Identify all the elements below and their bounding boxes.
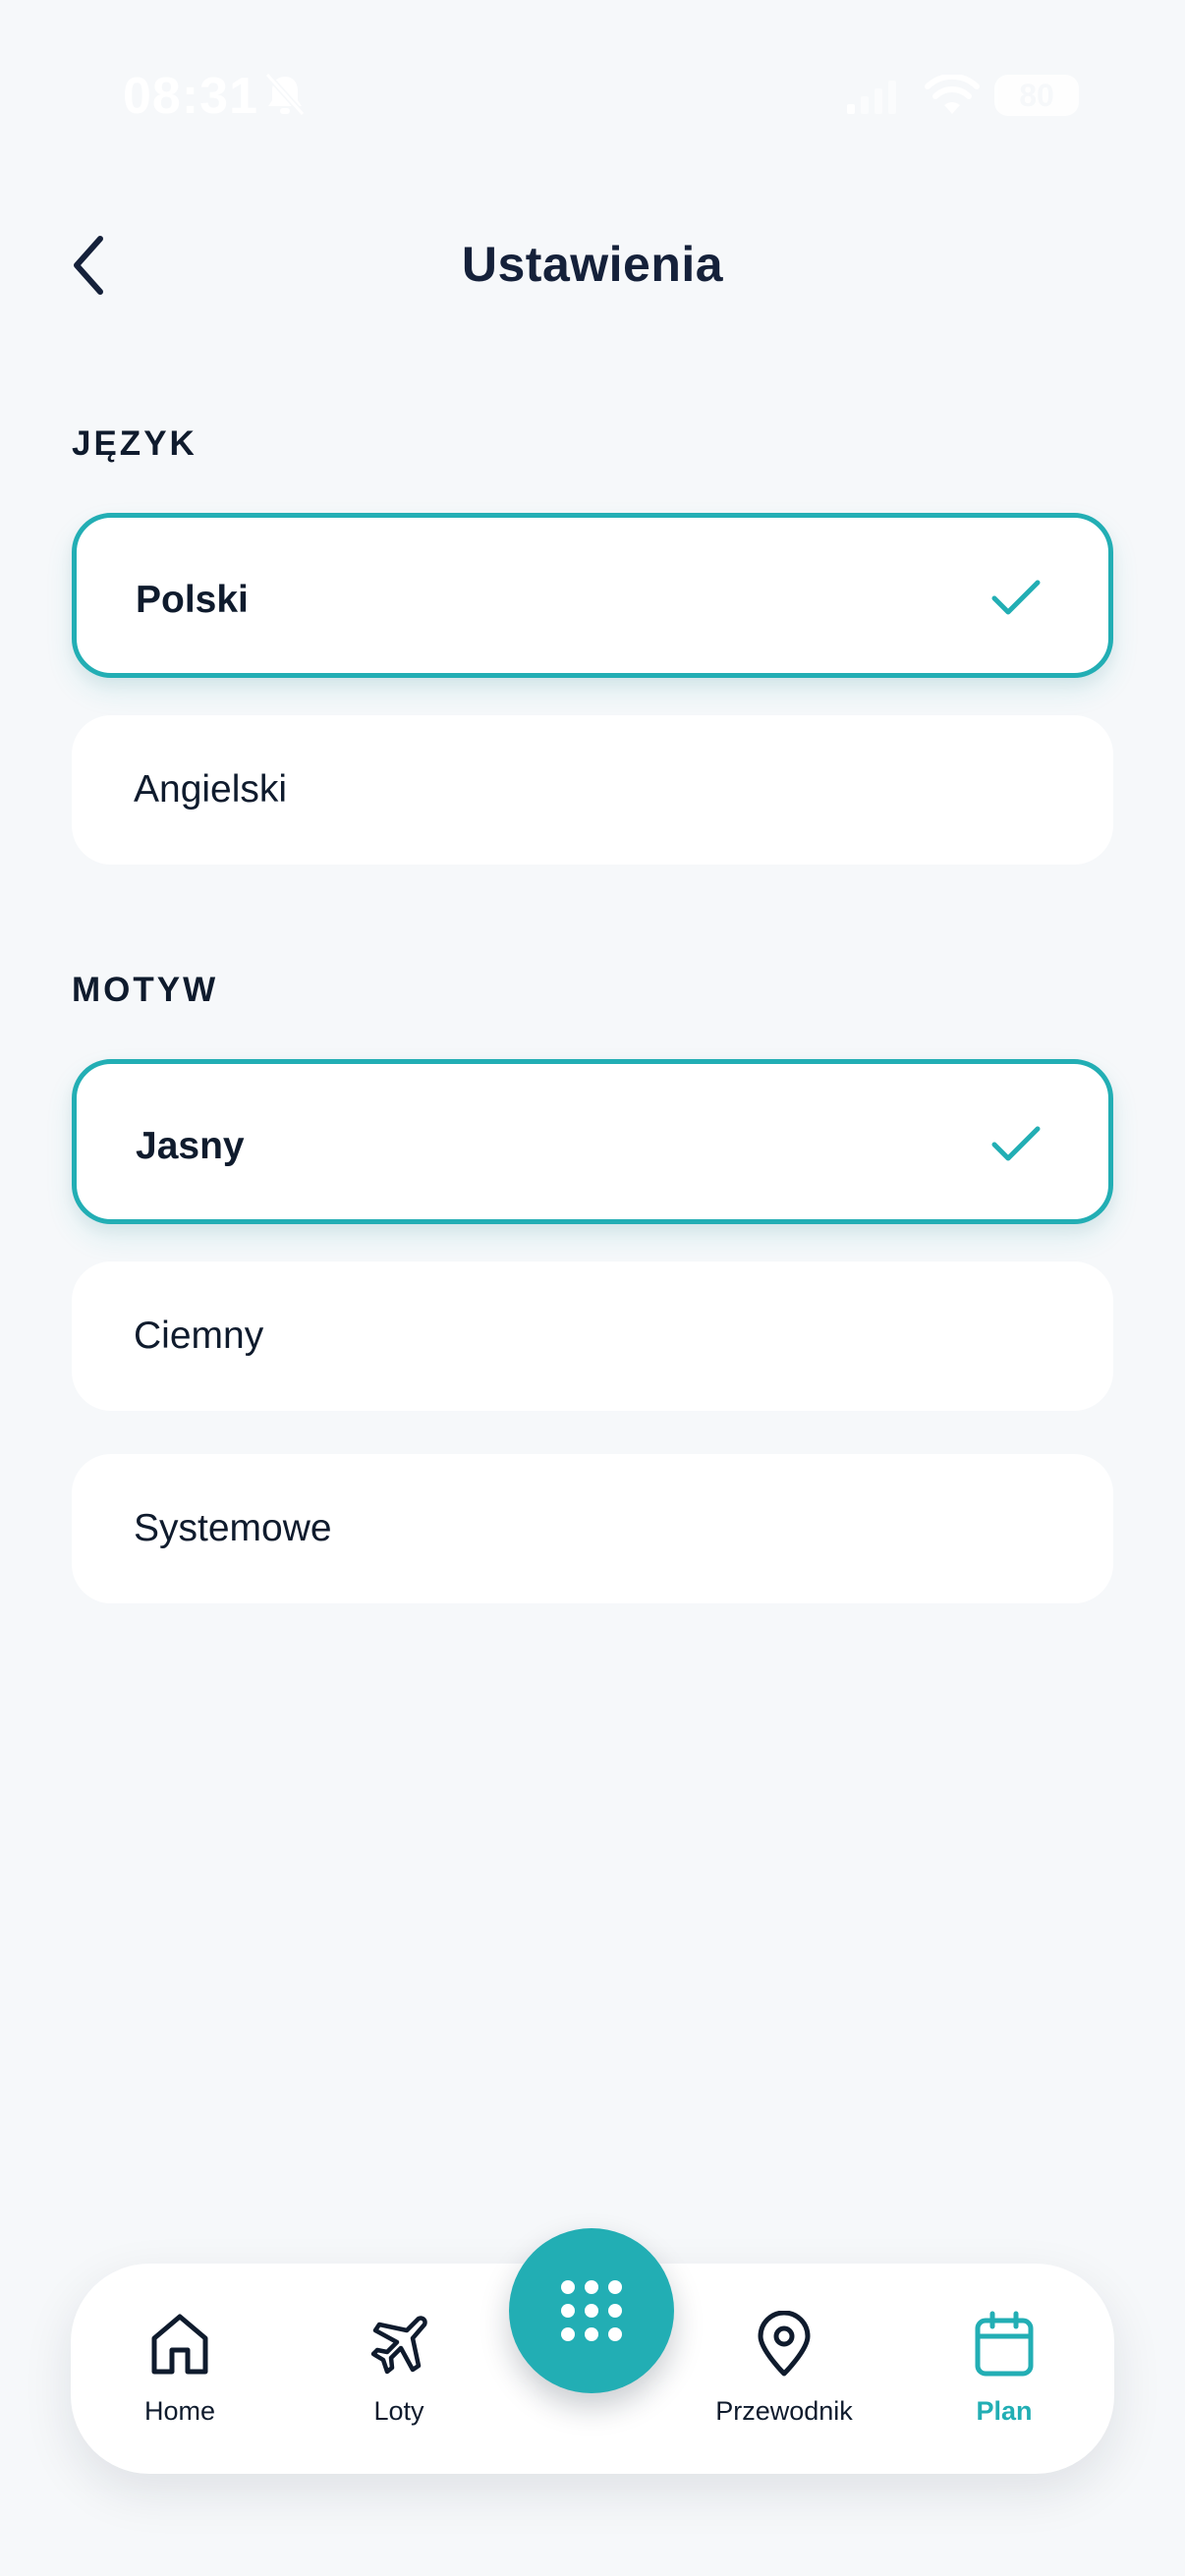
nav-item-przewodnik[interactable]: Przewodnik: [686, 2264, 882, 2474]
bell-muted-icon: [264, 72, 306, 117]
home-icon: [151, 2314, 208, 2375]
option-theme-ciemny[interactable]: Ciemny: [72, 1261, 1113, 1411]
status-time: 08:31: [123, 68, 258, 125]
option-label: Jasny: [136, 1125, 245, 1167]
nav-label: Home: [143, 2396, 216, 2426]
nav-label: Przewodnik: [715, 2396, 853, 2426]
option-language-angielski[interactable]: Angielski: [72, 715, 1113, 865]
nav-label: Plan: [976, 2396, 1033, 2426]
page-title: Ustawienia: [461, 237, 724, 292]
option-label: Polski: [136, 579, 249, 621]
menu-fab-button[interactable]: [509, 2228, 674, 2393]
option-label: Angielski: [134, 768, 288, 811]
airplane-icon: [370, 2316, 427, 2375]
location-pin-icon: [758, 2311, 811, 2377]
status-bar: 08:31 80: [0, 0, 1185, 196]
section-label-language: JĘZYK: [72, 424, 198, 463]
header: Ustawienia: [0, 196, 1185, 334]
grid-menu-icon: [561, 2280, 622, 2341]
nav-item-loty[interactable]: Loty: [301, 2264, 497, 2474]
wifi-icon: [925, 75, 980, 114]
nav-item-plan[interactable]: Plan: [906, 2264, 1102, 2474]
checkmark-icon: [991, 1126, 1041, 1161]
calendar-icon: [975, 2311, 1034, 2377]
checkmark-icon: [991, 580, 1041, 615]
nav-label: Loty: [373, 2396, 424, 2426]
signal-icon: [847, 81, 896, 114]
option-label: Ciemny: [134, 1315, 264, 1357]
nav-item-home[interactable]: Home: [82, 2264, 278, 2474]
option-language-polski[interactable]: Polski: [72, 513, 1113, 678]
battery-indicator: 80: [994, 75, 1079, 116]
option-theme-jasny[interactable]: Jasny: [72, 1059, 1113, 1224]
option-theme-systemowe[interactable]: Systemowe: [72, 1454, 1113, 1603]
option-label: Systemowe: [134, 1507, 332, 1549]
section-label-theme: MOTYW: [72, 971, 219, 1009]
